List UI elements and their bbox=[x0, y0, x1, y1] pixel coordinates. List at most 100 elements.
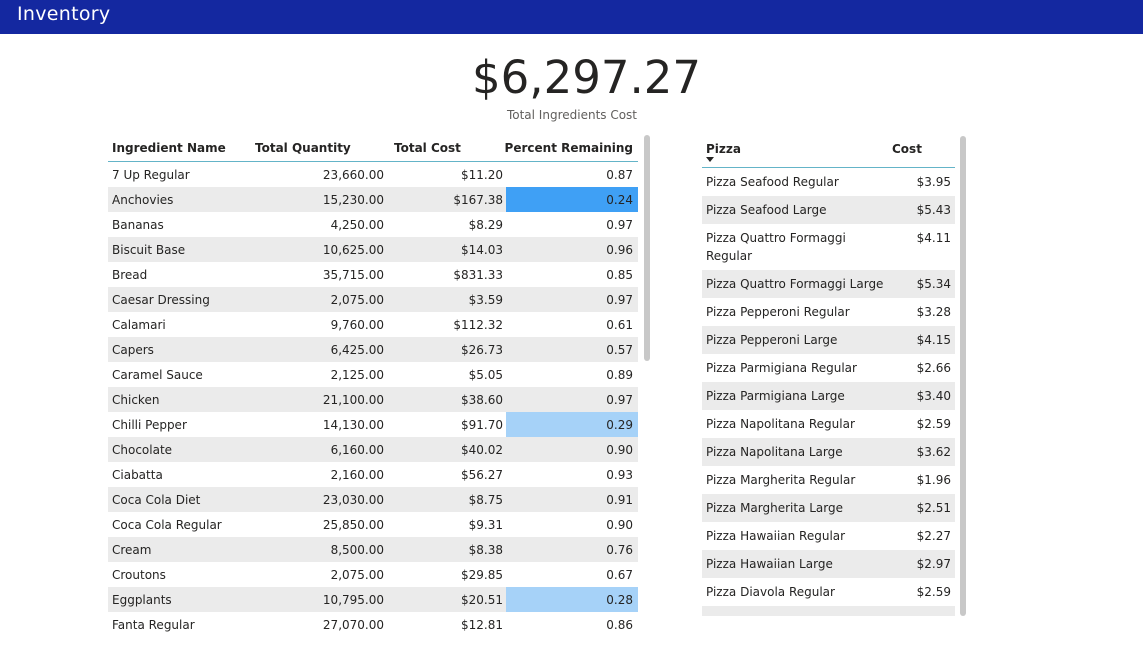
cell-total-quantity: 25,850.00 bbox=[322, 517, 384, 532]
table-row[interactable]: Capers 6,425.00 $26.73 0.57 bbox=[108, 337, 638, 362]
cell-pizza-cost: $2.66 bbox=[916, 361, 951, 375]
cell-percent-remaining: 0.86 bbox=[606, 617, 633, 632]
table-row[interactable]: Bananas 4,250.00 $8.29 0.97 bbox=[108, 212, 638, 237]
cell-pizza-name: Pizza Parmigiana Large bbox=[706, 389, 845, 403]
table-row[interactable]: 7 Up Regular 23,660.00 $11.20 0.87 bbox=[108, 162, 638, 187]
cell-percent-remaining: 0.90 bbox=[606, 442, 633, 457]
table-row[interactable]: Bread 35,715.00 $831.33 0.85 bbox=[108, 262, 638, 287]
cell-percent-remaining: 0.61 bbox=[606, 317, 633, 332]
cell-percent-remaining: 0.89 bbox=[606, 367, 633, 382]
cell-ingredient-name: Anchovies bbox=[112, 192, 174, 207]
cell-pizza-cost: $5.34 bbox=[916, 277, 951, 291]
table-row[interactable]: Pizza Diavola Regular $2.59 bbox=[702, 578, 955, 606]
table-row[interactable]: Chilli Pepper 14,130.00 $91.70 0.29 bbox=[108, 412, 638, 437]
cell-percent-remaining: 0.97 bbox=[606, 217, 633, 232]
pizza-scrollbar[interactable] bbox=[960, 136, 966, 616]
cell-total-quantity: 8,500.00 bbox=[330, 542, 384, 557]
ingredients-table-body: 7 Up Regular 23,660.00 $11.20 0.87 Anchovies… bbox=[108, 162, 638, 637]
cell-pizza-name: Pizza Margherita Regular bbox=[706, 473, 856, 487]
cell-ingredient-name: Croutons bbox=[112, 567, 166, 582]
table-row[interactable]: Ciabatta 2,160.00 $56.27 0.93 bbox=[108, 462, 638, 487]
sort-descending-icon[interactable] bbox=[706, 157, 714, 162]
column-header-ingredient-name[interactable]: Ingredient Name bbox=[108, 141, 248, 155]
cell-total-quantity: 35,715.00 bbox=[322, 267, 384, 282]
cell-ingredient-name: Calamari bbox=[112, 317, 166, 332]
table-row[interactable]: Pizza Margherita Regular $1.96 bbox=[702, 466, 955, 494]
cell-ingredient-name: Cream bbox=[112, 542, 152, 557]
cell-percent-remaining: 0.97 bbox=[606, 292, 633, 307]
cell-pizza-name: Pizza Parmigiana Regular bbox=[706, 361, 857, 375]
table-row[interactable]: Calamari 9,760.00 $112.32 0.61 bbox=[108, 312, 638, 337]
table-row[interactable]: Pizza Pepperoni Regular $3.28 bbox=[702, 298, 955, 326]
pizza-cost-table: Pizza Cost Pizza Seafood Regular $3.95 Piz… bbox=[702, 136, 955, 616]
cell-ingredient-name: Eggplants bbox=[112, 592, 172, 607]
cell-pizza-cost: $4.15 bbox=[916, 333, 951, 347]
table-row[interactable]: Biscuit Base 10,625.00 $14.03 0.96 bbox=[108, 237, 638, 262]
table-row[interactable]: Pizza Margherita Large $2.51 bbox=[702, 494, 955, 522]
table-row[interactable]: Chicken 21,100.00 $38.60 0.97 bbox=[108, 387, 638, 412]
cell-pizza-cost: $1.96 bbox=[916, 473, 951, 487]
table-row[interactable]: Pizza Seafood Large $5.43 bbox=[702, 196, 955, 224]
table-row[interactable]: Coca Cola Diet 23,030.00 $8.75 0.91 bbox=[108, 487, 638, 512]
cell-total-quantity: 4,250.00 bbox=[330, 217, 384, 232]
cell-total-cost: $29.85 bbox=[461, 567, 503, 582]
table-row[interactable]: Cream 8,500.00 $8.38 0.76 bbox=[108, 537, 638, 562]
ingredients-scrollbar[interactable] bbox=[644, 135, 650, 361]
table-row[interactable]: Pizza Quattro Formaggi Regular $4.11 bbox=[702, 224, 955, 270]
cell-total-cost: $5.05 bbox=[468, 367, 503, 382]
cell-pizza-name: Pizza Diavola Regular bbox=[706, 585, 835, 599]
cell-pizza-name: Pizza Margherita Large bbox=[706, 501, 844, 515]
column-header-pizza[interactable]: Pizza bbox=[702, 136, 888, 167]
cell-total-quantity: 2,125.00 bbox=[330, 367, 384, 382]
total-cost-kpi-label: Total Ingredients Cost bbox=[506, 108, 638, 122]
cell-pizza-cost: $2.27 bbox=[916, 529, 951, 543]
column-header-cost[interactable]: Cost bbox=[888, 136, 955, 167]
page-title: Inventory bbox=[17, 3, 111, 25]
column-header-total-cost[interactable]: Total Cost bbox=[386, 141, 506, 155]
cell-total-cost: $9.31 bbox=[468, 517, 503, 532]
cell-pizza-cost: $2.59 bbox=[916, 417, 951, 431]
table-row[interactable]: Anchovies 15,230.00 $167.38 0.24 bbox=[108, 187, 638, 212]
column-header-total-quantity[interactable]: Total Quantity bbox=[248, 141, 386, 155]
table-row[interactable]: Pizza Parmigiana Regular $2.66 bbox=[702, 354, 955, 382]
table-row[interactable]: Pizza Quattro Formaggi Large $5.34 bbox=[702, 270, 955, 298]
cell-total-cost: $91.70 bbox=[461, 417, 503, 432]
cell-total-quantity: 2,075.00 bbox=[330, 567, 384, 582]
cell-total-quantity: 10,795.00 bbox=[322, 592, 384, 607]
cell-total-quantity: 9,760.00 bbox=[330, 317, 384, 332]
pizza-table-body: Pizza Seafood Regular $3.95 Pizza Seafood … bbox=[702, 168, 955, 606]
cell-percent-remaining: 0.91 bbox=[606, 492, 633, 507]
cell-total-cost: $40.02 bbox=[461, 442, 503, 457]
cell-pizza-name: Pizza Pepperoni Regular bbox=[706, 305, 850, 319]
table-row[interactable]: Pizza Pepperoni Large $4.15 bbox=[702, 326, 955, 354]
table-row[interactable]: Caramel Sauce 2,125.00 $5.05 0.89 bbox=[108, 362, 638, 387]
cell-total-cost: $167.38 bbox=[453, 192, 503, 207]
table-row[interactable]: Pizza Napolitana Large $3.62 bbox=[702, 438, 955, 466]
table-row[interactable]: Pizza Parmigiana Large $3.40 bbox=[702, 382, 955, 410]
cell-ingredient-name: Fanta Regular bbox=[112, 617, 195, 632]
cell-percent-remaining: 0.93 bbox=[606, 467, 633, 482]
table-row[interactable]: Fanta Regular 27,070.00 $12.81 0.86 bbox=[108, 612, 638, 637]
cell-total-cost: $8.75 bbox=[468, 492, 503, 507]
cell-total-quantity: 2,160.00 bbox=[330, 467, 384, 482]
cell-pizza-cost: $2.97 bbox=[916, 557, 951, 571]
cell-ingredient-name: Chocolate bbox=[112, 442, 173, 457]
cell-pizza-cost: $3.28 bbox=[916, 305, 951, 319]
cell-ingredient-name: Biscuit Base bbox=[112, 242, 186, 257]
table-row[interactable]: Caesar Dressing 2,075.00 $3.59 0.97 bbox=[108, 287, 638, 312]
table-row[interactable]: Pizza Hawaiian Large $2.97 bbox=[702, 550, 955, 578]
table-row[interactable]: Eggplants 10,795.00 $20.51 0.28 bbox=[108, 587, 638, 612]
cell-total-quantity: 6,425.00 bbox=[330, 342, 384, 357]
table-row[interactable]: Pizza Hawaiian Regular $2.27 bbox=[702, 522, 955, 550]
table-row[interactable]: Coca Cola Regular 25,850.00 $9.31 0.90 bbox=[108, 512, 638, 537]
cell-ingredient-name: Ciabatta bbox=[112, 467, 163, 482]
table-row[interactable]: Pizza Seafood Regular $3.95 bbox=[702, 168, 955, 196]
table-row[interactable]: Chocolate 6,160.00 $40.02 0.90 bbox=[108, 437, 638, 462]
cell-pizza-cost: $4.11 bbox=[916, 231, 951, 245]
table-row[interactable]: Pizza Napolitana Regular $2.59 bbox=[702, 410, 955, 438]
table-row[interactable]: Croutons 2,075.00 $29.85 0.67 bbox=[108, 562, 638, 587]
cell-pizza-cost: $2.51 bbox=[916, 501, 951, 515]
column-header-percent-remaining[interactable]: Percent Remaining bbox=[505, 134, 638, 161]
cell-total-quantity: 14,130.00 bbox=[322, 417, 384, 432]
cell-pizza-cost: $5.43 bbox=[916, 203, 951, 217]
